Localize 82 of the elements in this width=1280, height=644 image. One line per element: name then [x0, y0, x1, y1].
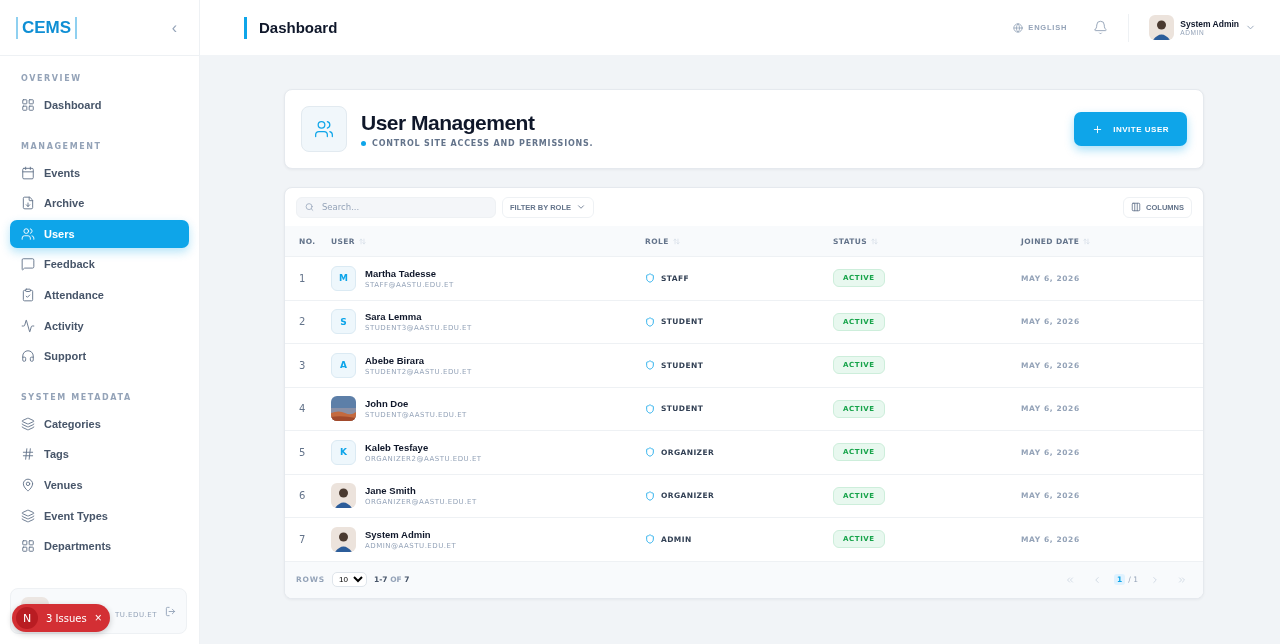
nav-item[interactable]: Attendance — [10, 280, 189, 309]
nav-item[interactable]: Archive — [10, 189, 189, 218]
chevron-down-icon — [576, 202, 586, 212]
shield-icon — [645, 447, 655, 458]
shield-icon — [645, 490, 655, 501]
search-field[interactable]: Search... — [296, 196, 496, 218]
avatar-icon — [1149, 15, 1175, 40]
logout-icon[interactable] — [165, 605, 176, 617]
avatar-initial: M — [331, 265, 356, 291]
shield-icon — [645, 534, 655, 545]
nav-item[interactable]: Venues — [10, 470, 189, 499]
nav-item[interactable]: Dashboard — [10, 91, 189, 119]
layers-icon — [21, 508, 35, 523]
search-input[interactable]: Search... — [319, 201, 487, 213]
section-heading: User Management — [361, 110, 536, 135]
user-name: Martha Tadesse — [365, 267, 438, 279]
user-name: John Doe — [365, 398, 410, 410]
double-chevron-right-icon — [1177, 574, 1187, 585]
shield-icon — [645, 316, 655, 327]
row-number: 7 — [299, 533, 307, 545]
section-title: SYSTEM METADATA — [20, 391, 133, 404]
avatar-initial: A — [331, 352, 356, 378]
nav-item[interactable]: Support — [10, 342, 189, 371]
subtitle: CONTROL SITE ACCESS AND PERMISSIONS. — [372, 138, 594, 148]
issues-label: 3 Issues — [46, 612, 87, 624]
section-title: OVERVIEW — [20, 73, 83, 85]
bell-icon[interactable] — [1093, 20, 1109, 35]
shield-icon — [645, 360, 655, 371]
row-number: 5 — [299, 446, 307, 458]
plus-icon — [1092, 123, 1104, 135]
user-name: Abebe Birara — [365, 354, 426, 366]
nav-item[interactable]: Feedback — [10, 250, 189, 279]
chevron-right-icon — [1150, 574, 1160, 585]
user-name: Sara Lemma — [365, 311, 423, 323]
nav-item[interactable]: Activity — [10, 311, 189, 340]
page-title: Dashboard — [244, 16, 988, 39]
sort-icon[interactable] — [359, 237, 366, 245]
user-name: System Admin — [365, 528, 432, 540]
sort-icon[interactable] — [672, 237, 680, 245]
user-name: Jane Smith — [365, 485, 417, 497]
grid-icon — [21, 98, 35, 112]
headphones-icon — [21, 349, 35, 364]
sort-icon[interactable] — [871, 237, 879, 245]
nav-item[interactable]: Departments — [10, 532, 189, 561]
issues-badge[interactable]: N 3 Issues × — [12, 604, 110, 632]
avatar-icon — [331, 526, 356, 552]
avatar-initial: S — [331, 309, 356, 335]
rows-select[interactable]: 10 — [332, 572, 368, 587]
avatar-initial: K — [331, 439, 356, 465]
row-number: 3 — [299, 359, 307, 371]
section-title: MANAGEMENT — [20, 140, 103, 153]
shield-icon — [645, 273, 655, 284]
row-number: 4 — [299, 403, 307, 415]
columns-icon — [1131, 202, 1142, 212]
users-icon — [21, 226, 35, 241]
logo: CEMS — [16, 16, 78, 39]
row-number: 2 — [299, 316, 307, 328]
badge-letter: N — [16, 607, 38, 629]
dot-icon — [361, 140, 366, 146]
grid-icon — [21, 539, 35, 554]
sort-icon[interactable] — [1083, 237, 1091, 245]
hash-icon — [21, 447, 35, 462]
row-number: 6 — [299, 490, 307, 502]
row-number: 1 — [299, 272, 307, 284]
search-icon — [305, 202, 314, 212]
user-name: Kaleb Tesfaye — [365, 441, 430, 453]
nav-item[interactable]: Events — [10, 158, 189, 187]
users-icon — [301, 106, 347, 152]
clipboard-icon — [21, 287, 35, 302]
nav-item[interactable]: Tags — [10, 440, 189, 469]
nav-item[interactable]: Categories — [10, 409, 189, 438]
nav-item[interactable]: Event Types — [10, 501, 189, 530]
avatar-icon — [331, 483, 356, 509]
shield-icon — [645, 403, 655, 414]
layers-icon — [21, 416, 35, 431]
pin-icon — [21, 477, 35, 492]
file-icon — [21, 196, 35, 211]
message-icon — [21, 257, 35, 272]
close-button[interactable]: × — [94, 611, 102, 625]
globe-icon — [1013, 22, 1024, 33]
calendar-icon — [21, 165, 35, 180]
activity-icon — [21, 318, 35, 333]
